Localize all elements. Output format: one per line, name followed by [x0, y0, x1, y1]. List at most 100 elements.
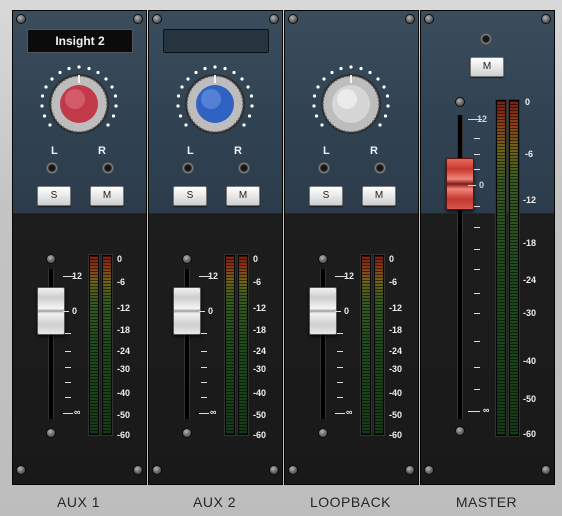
- fader-scale-label: ∞: [346, 407, 353, 417]
- screw-icon: [270, 466, 278, 474]
- screw-icon: [289, 466, 297, 474]
- volume-fader-knob[interactable]: [37, 287, 65, 335]
- meter-scale-label: -24: [523, 275, 537, 285]
- screw-icon: [406, 466, 414, 474]
- insert-name-display[interactable]: Insight 2: [27, 29, 133, 53]
- input-jack-icon: [102, 162, 114, 174]
- fader-tick: [337, 367, 343, 368]
- pan-knob[interactable]: [29, 54, 129, 154]
- meter-scale-label: -24: [117, 346, 131, 356]
- meter-scale-label: -60: [523, 429, 537, 439]
- fader-tick: [201, 333, 207, 334]
- input-jack-icon: [374, 162, 386, 174]
- level-meter-left: [224, 254, 236, 436]
- meter-scale-label: 0: [389, 254, 395, 264]
- meter-scale-label: -6: [389, 277, 398, 287]
- input-jack-icon: [318, 162, 330, 174]
- strip-label-master: MASTER: [455, 494, 518, 510]
- meter-scale-label: -12: [523, 195, 537, 205]
- screw-icon: [425, 466, 433, 474]
- volume-fader-knob[interactable]: [173, 287, 201, 335]
- meter-scale-label: -12: [389, 303, 403, 313]
- meter-scale-label: -30: [253, 364, 267, 374]
- fader-end-screw-icon: [456, 427, 464, 435]
- fader-tick: [468, 185, 476, 186]
- fader-tick: [201, 382, 207, 383]
- fader-tick: [474, 227, 480, 228]
- mute-button[interactable]: M: [362, 186, 396, 206]
- fader-tick: [474, 389, 480, 390]
- mute-button[interactable]: M: [226, 186, 260, 206]
- pan-right-label: R: [234, 145, 242, 157]
- level-meter-right: [101, 254, 113, 436]
- strip-label-aux1: AUX 1: [57, 494, 100, 510]
- screw-icon: [542, 15, 550, 23]
- fader-tick: [474, 293, 480, 294]
- fader-scale-label: 0: [479, 180, 485, 190]
- fader-scale-label: ∞: [74, 407, 81, 417]
- meter-scale-label: -60: [117, 430, 131, 440]
- pan-left-label: L: [323, 145, 330, 157]
- fader-tick: [474, 249, 480, 250]
- fader-tick: [199, 311, 205, 312]
- meter-scale-label: -60: [389, 430, 403, 440]
- meter-scale-label: -6: [117, 277, 126, 287]
- volume-fader-knob[interactable]: [309, 287, 337, 335]
- strip-bottom-panel: [421, 214, 554, 484]
- fader-tick: [474, 206, 480, 207]
- fader-tick: [337, 397, 343, 398]
- level-meter-left: [88, 254, 100, 436]
- channel-strip-aux1: Insight 2 L R S M 12 0 ∞ 0 -6 -12 -18 -2…: [12, 10, 147, 485]
- fader-tick: [474, 367, 480, 368]
- fader-tick: [335, 311, 341, 312]
- fader-tick: [474, 341, 480, 342]
- meter-scale-label: -24: [389, 346, 403, 356]
- pan-knob[interactable]: [165, 54, 265, 154]
- input-jack-icon: [238, 162, 250, 174]
- meter-scale-label: -50: [117, 410, 131, 420]
- pan-knob[interactable]: [301, 54, 401, 154]
- meter-scale-label: -40: [117, 388, 131, 398]
- screw-icon: [542, 466, 550, 474]
- meter-scale-label: -30: [523, 308, 537, 318]
- meter-scale-label: 0: [253, 254, 259, 264]
- mute-button[interactable]: M: [90, 186, 124, 206]
- screw-icon: [17, 466, 25, 474]
- meter-scale-label: -12: [253, 303, 267, 313]
- fader-tick: [201, 351, 207, 352]
- insert-name-display[interactable]: [163, 29, 269, 53]
- meter-scale-label: -18: [389, 325, 403, 335]
- fader-tick: [201, 397, 207, 398]
- meter-scale-label: 0: [525, 97, 531, 107]
- channel-strip-aux2: L R S M 12 0 ∞ 0 -6 -12 -18 -24 -30 -40 …: [148, 10, 283, 485]
- screw-icon: [270, 15, 278, 23]
- fader-tick: [474, 269, 480, 270]
- meter-scale-label: -30: [117, 364, 131, 374]
- screw-icon: [134, 15, 142, 23]
- fader-scale-label: ∞: [210, 407, 217, 417]
- screw-icon: [289, 15, 297, 23]
- solo-button[interactable]: S: [173, 186, 207, 206]
- fader-scale-label: 0: [208, 306, 214, 316]
- fader-tick: [337, 351, 343, 352]
- channel-strip-master: M 12 0 ∞ 0 -6 -12 -18 -24 -30 -40 -50 -6…: [420, 10, 555, 485]
- meter-scale-label: 0: [117, 254, 123, 264]
- meter-scale-label: -50: [523, 394, 537, 404]
- screw-icon: [425, 15, 433, 23]
- fader-end-screw-icon: [319, 429, 327, 437]
- meter-scale-label: -6: [525, 149, 534, 159]
- meter-scale-label: -30: [389, 364, 403, 374]
- solo-button[interactable]: S: [309, 186, 343, 206]
- fader-end-screw-icon: [183, 255, 191, 263]
- fader-tick: [335, 413, 345, 414]
- fader-end-screw-icon: [183, 429, 191, 437]
- input-jack-icon: [46, 162, 58, 174]
- screw-icon: [17, 15, 25, 23]
- meter-scale-label: -50: [253, 410, 267, 420]
- master-volume-fader-knob[interactable]: [446, 158, 474, 210]
- screw-icon: [153, 466, 161, 474]
- solo-button[interactable]: S: [37, 186, 71, 206]
- fader-scale-label: 12: [72, 271, 83, 281]
- mute-button[interactable]: M: [470, 57, 504, 77]
- meter-scale-label: -12: [117, 303, 131, 313]
